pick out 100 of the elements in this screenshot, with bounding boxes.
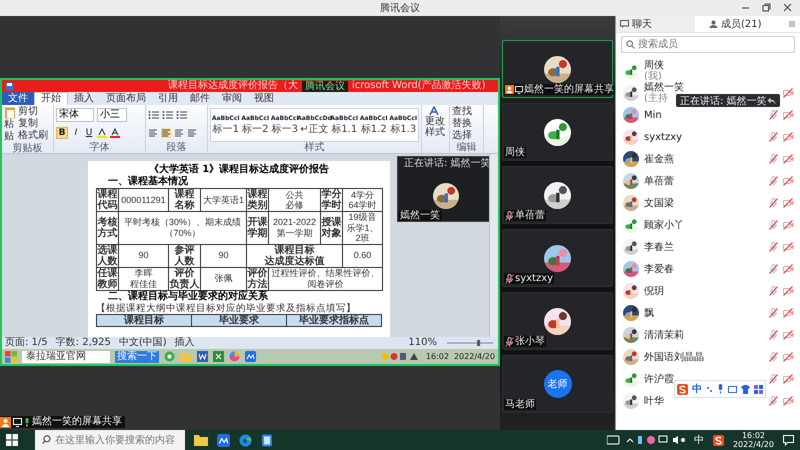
font-size-select[interactable]: 小三 (97, 108, 127, 122)
save-icon[interactable] (5, 82, 14, 90)
ribbon-tab[interactable]: 邮件 (184, 92, 216, 105)
list-icon[interactable] (176, 110, 187, 120)
camera-off-icon[interactable] (783, 198, 794, 208)
member-row[interactable]: 李春兰 (616, 236, 800, 258)
camera-off-icon[interactable] (783, 352, 794, 362)
font-select[interactable]: 宋体 (56, 108, 94, 122)
member-row[interactable]: 清清茉莉 (616, 324, 800, 346)
input-method-logo[interactable] (712, 434, 724, 446)
camera-off-icon[interactable] (783, 308, 794, 318)
slider-thumb[interactable] (477, 340, 480, 346)
input-method-logo[interactable] (677, 384, 688, 394)
panel-tab[interactable]: 聊天 (616, 16, 695, 32)
search-field[interactable]: 在这里输入你要搜索的内容 (35, 430, 185, 450)
color-wheel-icon[interactable] (229, 351, 240, 362)
shirt-icon[interactable] (741, 384, 750, 394)
list-icon[interactable] (162, 110, 173, 120)
restore-icon[interactable] (762, 3, 771, 12)
camera-off-icon[interactable] (783, 88, 794, 98)
edge-icon[interactable] (239, 434, 252, 446)
search-button[interactable]: 搜索一下 (115, 350, 159, 362)
member-row[interactable]: 顾家小丫 (616, 214, 800, 236)
windows-logo-icon[interactable] (5, 350, 17, 362)
video-tile[interactable]: 嫣然一笑的屏幕共享 (502, 40, 613, 98)
clipboard-button[interactable]: 剪切 (18, 106, 38, 117)
grid-icon[interactable] (754, 384, 763, 394)
spreadsheet-icon[interactable] (213, 351, 224, 362)
ribbon-tab[interactable]: 视图 (248, 92, 280, 105)
camera-off-icon[interactable] (783, 176, 794, 186)
windows-start-icon[interactable] (6, 434, 18, 446)
browser-icon[interactable] (164, 351, 175, 362)
video-tile[interactable]: 张小琴 (502, 292, 613, 350)
align-icon[interactable] (161, 128, 171, 138)
keyboard-icon[interactable] (728, 384, 737, 394)
camera-off-icon[interactable] (783, 396, 794, 406)
punctuation-icon[interactable] (706, 384, 713, 394)
camera-off-icon[interactable] (783, 374, 794, 384)
font-color-icon[interactable] (110, 128, 120, 138)
ribbon-tab[interactable]: 文件 (2, 92, 34, 105)
ribbon-tab[interactable]: 页面布局 (100, 92, 152, 105)
input-language[interactable]: 中 (694, 433, 704, 447)
camera-off-icon[interactable] (783, 286, 794, 296)
notification-icon[interactable] (783, 434, 794, 446)
member-row[interactable]: 文国梁 (616, 192, 800, 214)
align-icon[interactable] (174, 128, 184, 138)
ribbon-tab[interactable]: 审阅 (216, 92, 248, 105)
camera-off-icon[interactable] (783, 154, 794, 164)
paste-button[interactable]: 粘贴 (4, 106, 16, 143)
word-icon[interactable] (197, 351, 208, 362)
camera-off-icon[interactable] (783, 220, 794, 230)
meeting-app-icon[interactable] (217, 434, 230, 446)
clipboard-button[interactable]: 复制 (18, 118, 38, 129)
zoom-slider[interactable] (445, 339, 495, 347)
format-button[interactable]: U (84, 128, 94, 138)
format-button[interactable]: B (56, 127, 68, 139)
table-cell: 评价 负责人 (168, 267, 200, 290)
mic-off-icon[interactable] (505, 274, 514, 284)
phone-icon[interactable] (261, 434, 273, 446)
change-styles-button[interactable]: 更改样式 (424, 106, 446, 138)
member-row[interactable]: 倪玥 (616, 280, 800, 302)
member-row[interactable]: syxtzxy (616, 126, 800, 148)
align-icon[interactable] (148, 128, 158, 138)
member-row[interactable]: 崔金燕 (616, 148, 800, 170)
video-tile[interactable]: 周侠 (502, 103, 613, 161)
member-row[interactable]: 外国语刘晶晶 (616, 346, 800, 368)
edit-button[interactable]: 查找 (452, 106, 481, 118)
input-mode[interactable]: 中 (692, 382, 702, 396)
member-row[interactable]: 李爱春 (616, 258, 800, 280)
mic-icon[interactable] (717, 384, 724, 394)
ribbon-tab[interactable]: 开始 (34, 92, 68, 105)
camera-off-icon[interactable] (783, 242, 794, 252)
mic-off-icon[interactable] (505, 210, 514, 220)
member-row[interactable]: 单蓓蕾 (616, 170, 800, 192)
video-tile[interactable]: 老师 马老师 (502, 355, 613, 413)
menu-icon[interactable] (788, 20, 796, 28)
camera-off-icon[interactable] (783, 330, 794, 340)
close-icon[interactable] (783, 3, 792, 12)
mic-off-icon[interactable] (505, 336, 514, 346)
member-row[interactable]: 周侠 (我) (616, 60, 800, 82)
video-tile[interactable]: 单蓓蕾 (502, 166, 613, 224)
camera-off-icon[interactable] (783, 264, 794, 274)
ribbon-tab[interactable]: 引用 (152, 92, 184, 105)
member-row[interactable]: 飘 (616, 302, 800, 324)
align-icon[interactable] (187, 128, 197, 138)
edit-button[interactable]: 替换 (452, 118, 481, 130)
video-tile[interactable]: syxtzxy (502, 229, 613, 287)
scroll-bar[interactable] (489, 154, 498, 337)
camera-off-icon[interactable] (783, 132, 794, 142)
search-field[interactable]: 搜索成员 (621, 36, 795, 53)
list-icon[interactable] (148, 110, 159, 120)
search-field[interactable]: 泰拉瑞亚官网 (22, 350, 110, 362)
ribbon-tab[interactable]: 插入 (68, 92, 100, 105)
folder-icon[interactable] (194, 434, 208, 446)
format-button[interactable]: I (71, 128, 81, 138)
edit-button[interactable]: 选择 (452, 130, 481, 142)
highlight-icon[interactable] (97, 128, 107, 138)
clipboard-button[interactable]: 格式刷 (18, 130, 48, 141)
camera-off-icon[interactable] (783, 110, 794, 120)
reply-icon[interactable] (767, 96, 776, 104)
